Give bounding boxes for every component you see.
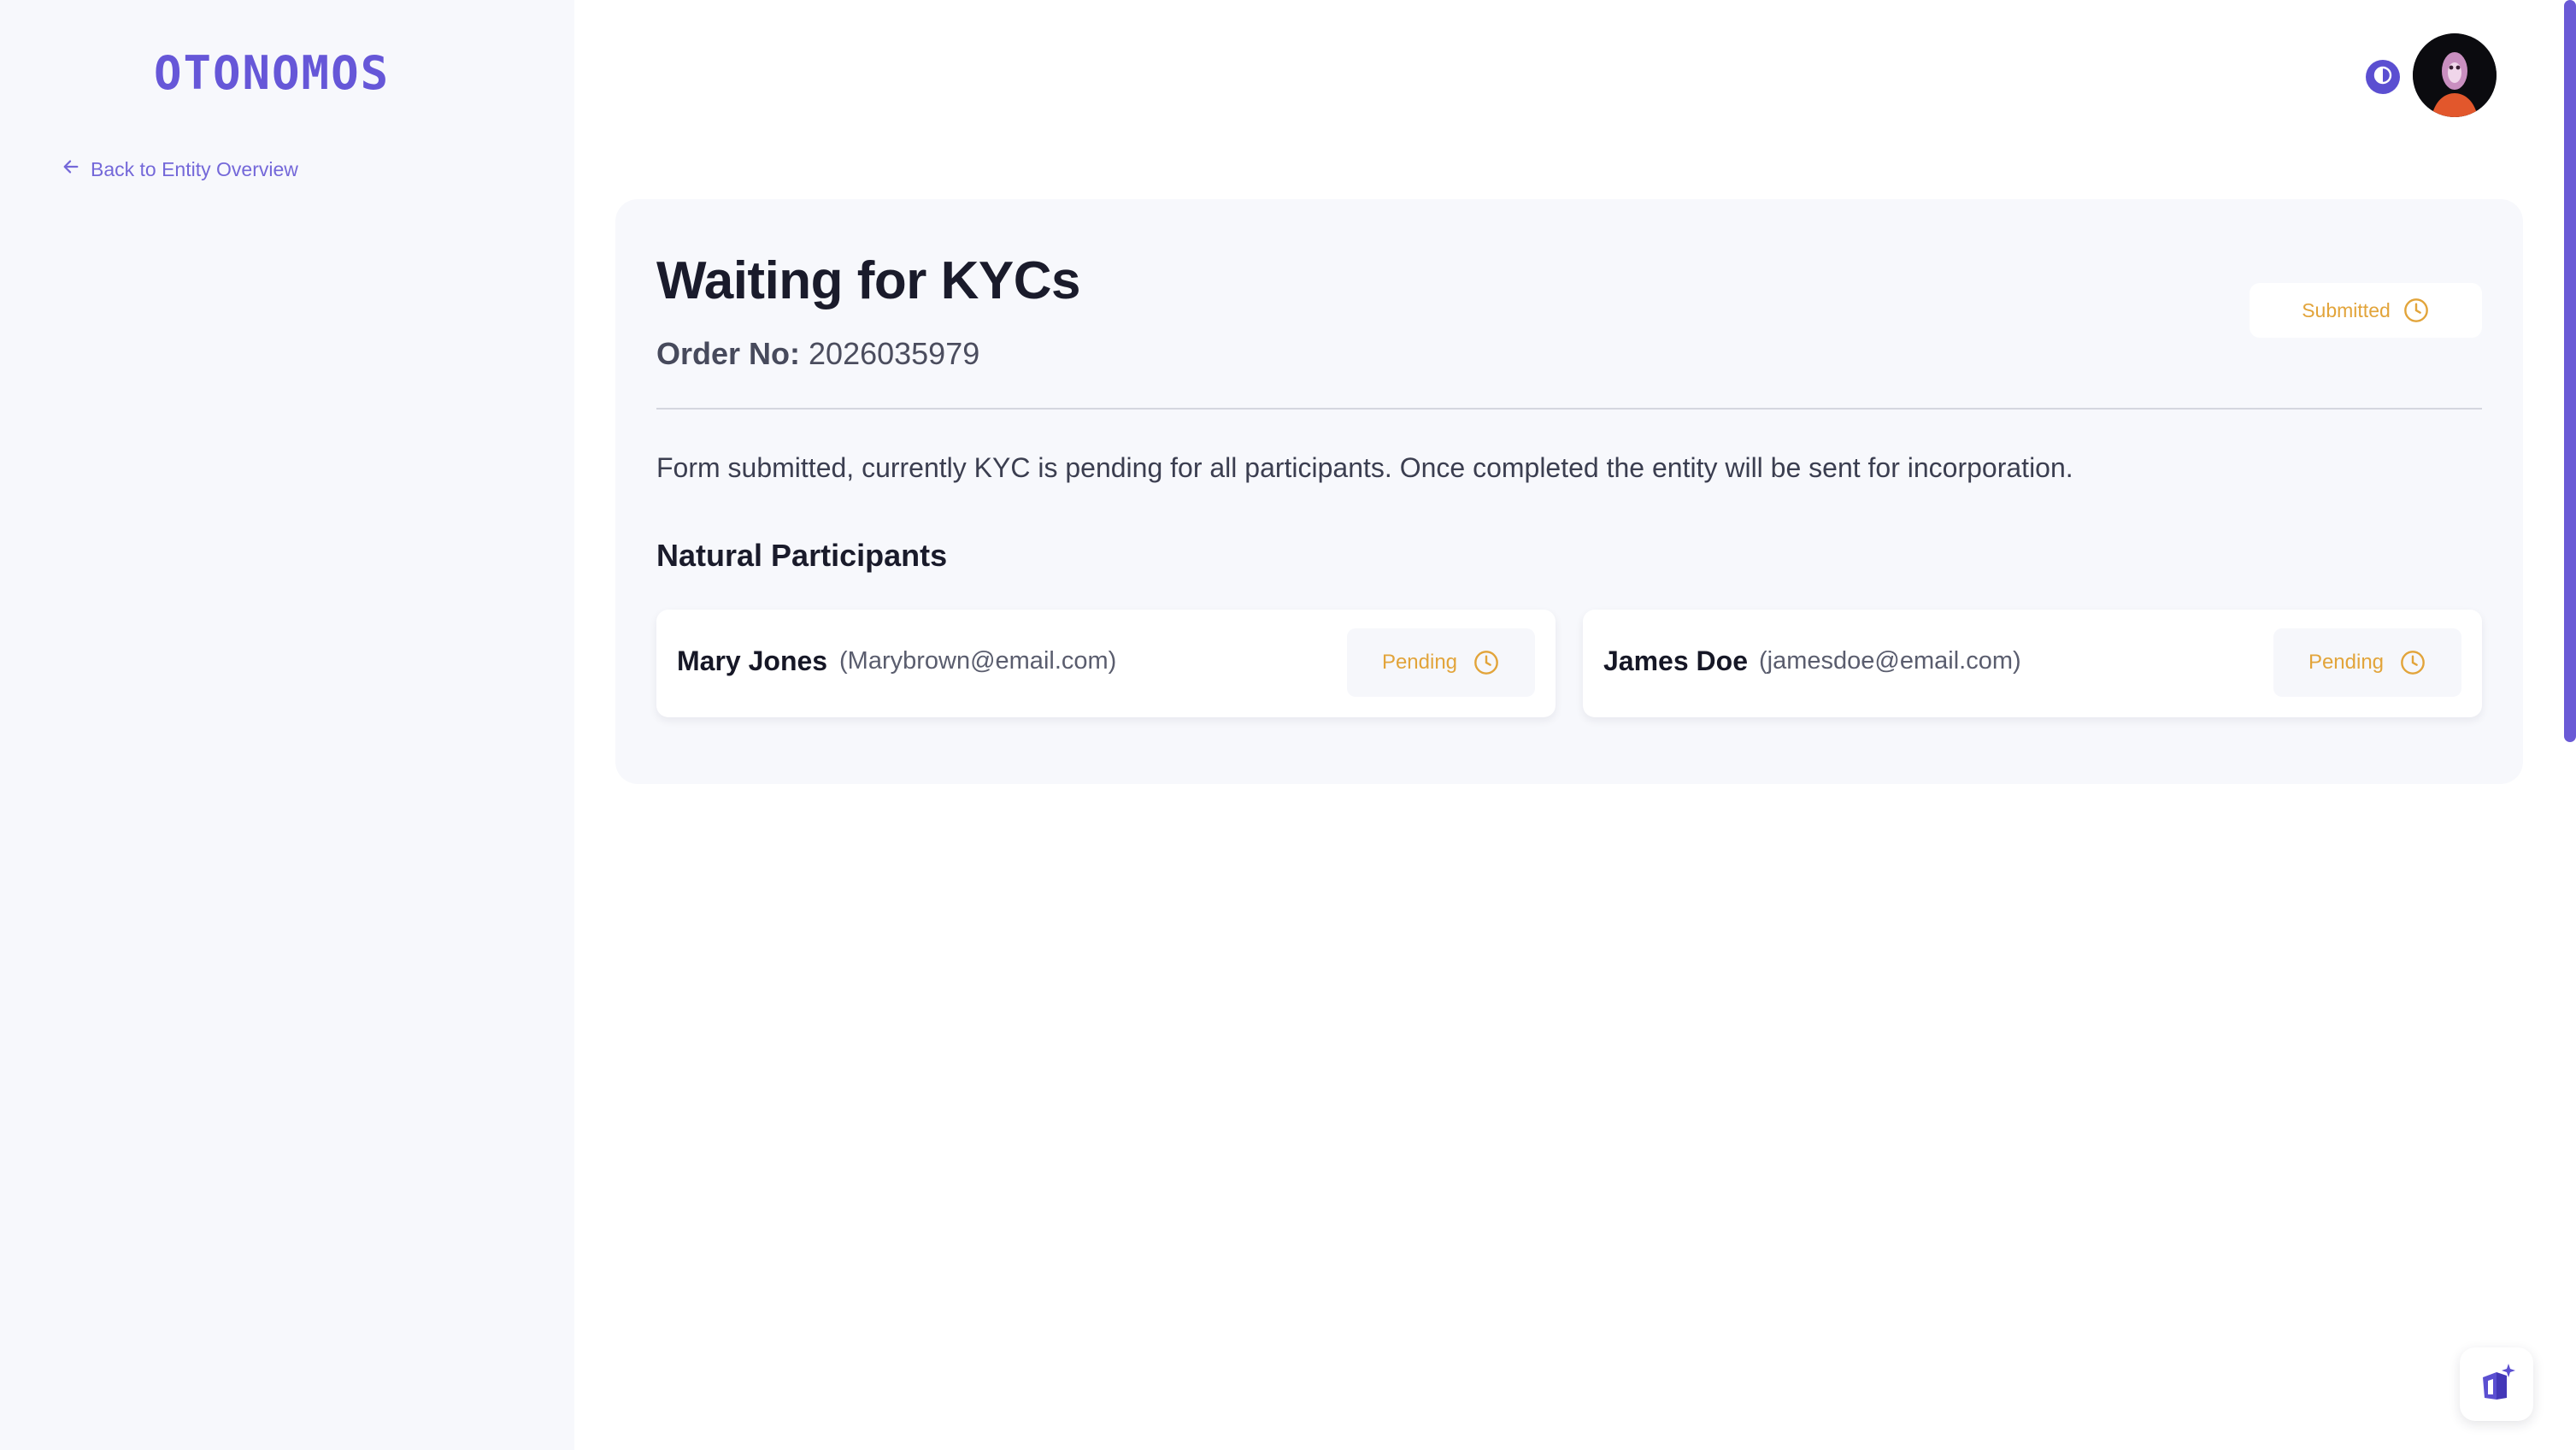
kyc-status-badge: Pending (1347, 628, 1535, 697)
half-circle-contrast-icon (2373, 65, 2393, 90)
natural-participants-heading: Natural Participants (656, 538, 948, 573)
status-description: Form submitted, currently KYC is pending… (656, 452, 2073, 483)
header-divider (656, 408, 2482, 410)
user-avatar[interactable] (2413, 33, 2497, 117)
ai-assistant-button[interactable] (2460, 1347, 2533, 1421)
arrow-left-icon (62, 157, 80, 181)
participant-email: (Marybrown@email.com) (839, 647, 1117, 675)
kyc-status-label: Pending (1381, 651, 1458, 674)
clock-icon (2403, 297, 2430, 324)
brand-logo[interactable]: OTONOMOS (154, 46, 390, 100)
back-link-label: Back to Entity Overview (91, 157, 298, 180)
order-number-label: Order No: (656, 336, 801, 371)
kyc-status-badge: Pending (2273, 628, 2461, 697)
ai-assistant-sparkle-icon (2474, 1360, 2519, 1409)
order-number: Order No: 2026035979 (656, 336, 979, 372)
order-status-card: Waiting for KYCs Order No: 2026035979 Su… (615, 199, 2523, 784)
participant-name: Mary Jones (677, 645, 828, 676)
participant-email: (jamesdoe@email.com) (1759, 647, 2021, 675)
order-number-value: 2026035979 (809, 336, 980, 371)
status-label: Submitted (2302, 298, 2391, 321)
kyc-status-label: Pending (2308, 651, 2385, 674)
page-title: Waiting for KYCs (656, 251, 1081, 310)
participant-card: Mary Jones (Marybrown@email.com) Pending (656, 610, 1556, 717)
order-status-badge: Submitted (2250, 283, 2482, 338)
participant-name: James Doe (1603, 645, 1748, 676)
clock-icon (1473, 649, 1500, 676)
participant-card: James Doe (jamesdoe@email.com) Pending (1583, 610, 2482, 717)
page-scrollbar[interactable] (2564, 0, 2576, 742)
sidebar: OTONOMOS Back to Entity Overview (0, 0, 574, 1450)
theme-toggle-button[interactable] (2366, 60, 2400, 94)
back-to-entity-overview-link[interactable]: Back to Entity Overview (62, 157, 298, 181)
clock-icon (2399, 649, 2426, 676)
